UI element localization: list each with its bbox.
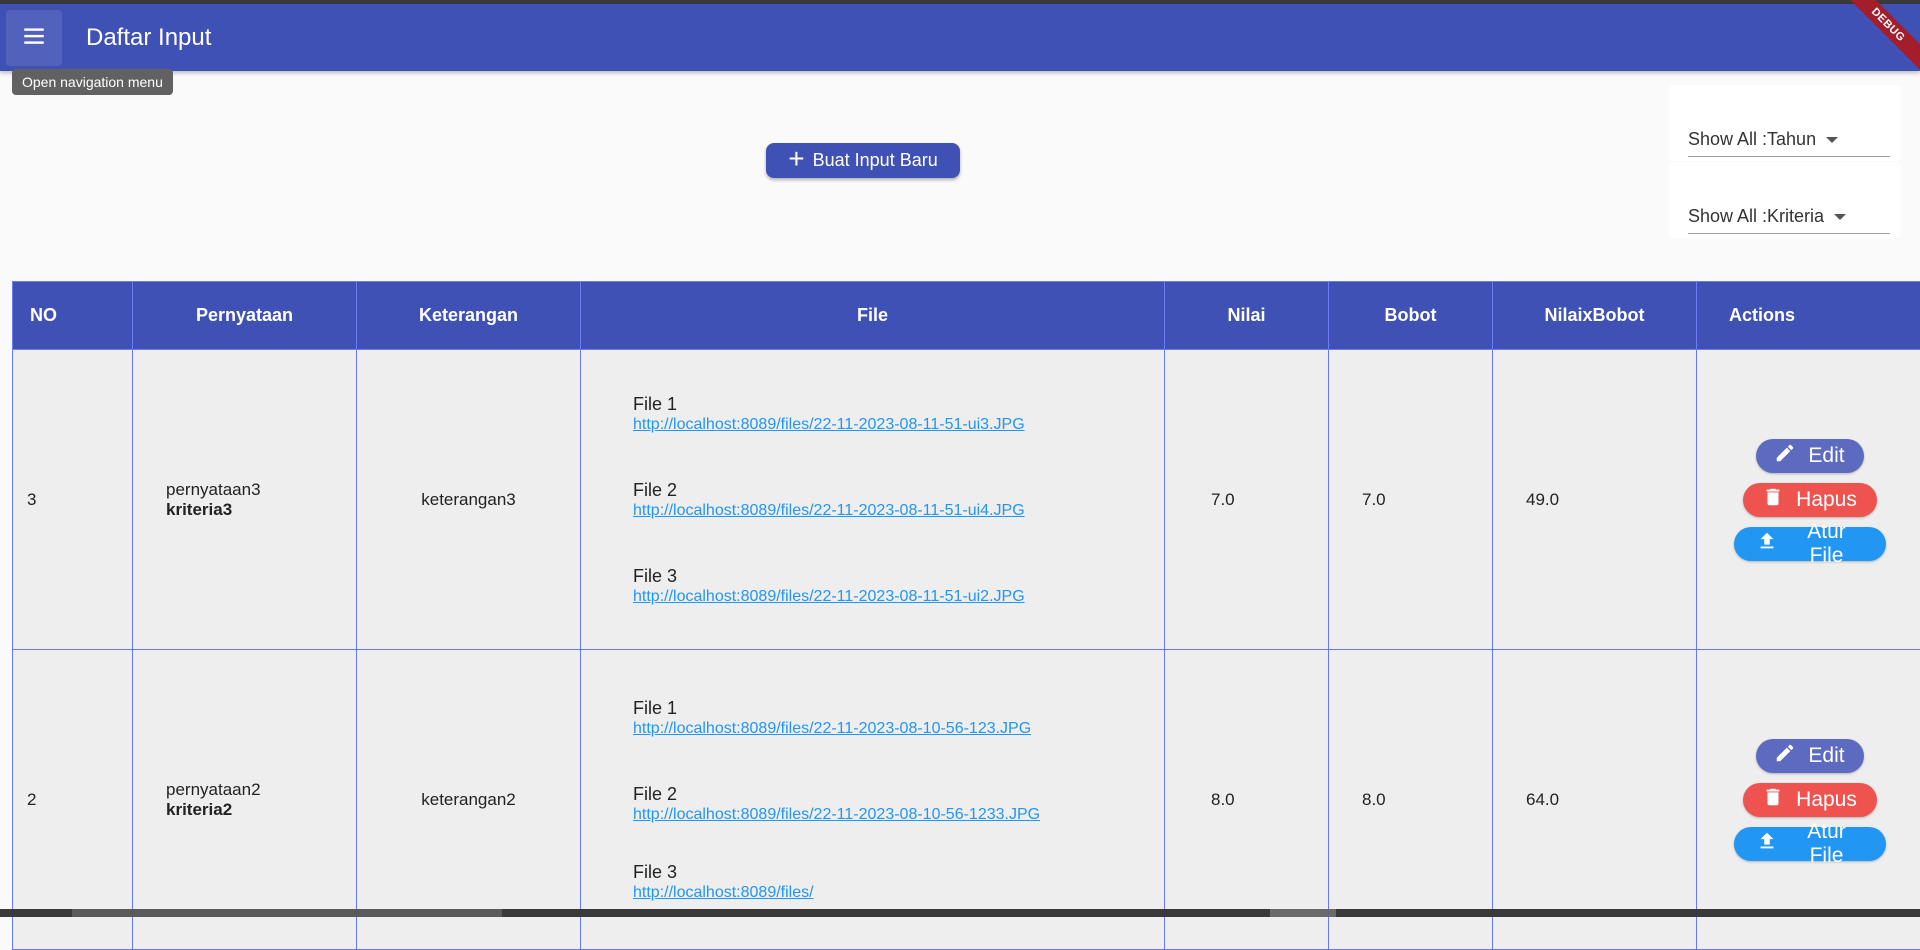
table-row: 2 pernyataan2 kriteria2 keterangan2 File… <box>13 650 1920 950</box>
upload-icon <box>1756 530 1778 558</box>
kriteria-text: kriteria2 <box>166 800 356 820</box>
cell-pernyataan: pernyataan2 kriteria2 <box>133 650 357 950</box>
menu-icon <box>21 23 47 54</box>
manage-files-label: Atur File <box>1790 520 1864 568</box>
header-actions: Actions <box>1697 282 1920 350</box>
pernyataan-text: pernyataan3 <box>166 480 261 499</box>
delete-label: Hapus <box>1796 788 1857 812</box>
file-link[interactable]: http://localhost:8089/files/22-11-2023-0… <box>633 806 1164 824</box>
file-item: File 2 http://localhost:8089/files/22-11… <box>633 784 1164 824</box>
edit-button[interactable]: Edit <box>1756 439 1864 473</box>
file-list: File 1 http://localhost:8089/files/22-11… <box>581 394 1164 606</box>
criteria-filter-value: Show All :Kriteria <box>1688 206 1824 226</box>
cell-bobot: 8.0 <box>1329 650 1493 950</box>
input-table: NO Pernyataan Keterangan File Nilai Bobo… <box>12 281 1920 950</box>
file-list: File 1 http://localhost:8089/files/22-11… <box>581 698 1164 902</box>
pencil-icon <box>1774 742 1796 770</box>
file-label: File 2 <box>633 784 1164 805</box>
navigation-menu-button[interactable] <box>6 10 62 66</box>
row-actions: Edit Hapus Atur File <box>1697 439 1920 561</box>
header-file: File <box>581 282 1165 350</box>
manage-files-button[interactable]: Atur File <box>1734 827 1886 861</box>
taskbar-segment <box>72 909 502 917</box>
cell-nilaixbobot: 49.0 <box>1493 350 1697 650</box>
cell-files: File 1 http://localhost:8089/files/22-11… <box>581 650 1165 950</box>
cell-actions: Edit Hapus Atur File <box>1697 650 1920 950</box>
table-header-row: NO Pernyataan Keterangan File Nilai Bobo… <box>13 282 1920 350</box>
plus-icon: + <box>788 145 804 173</box>
delete-button[interactable]: Hapus <box>1743 483 1877 517</box>
file-label: File 1 <box>633 394 1164 415</box>
cell-pernyataan: pernyataan3 kriteria3 <box>133 350 357 650</box>
app-bar: Daftar Input <box>0 4 1920 71</box>
year-filter-card: Show All :Tahun <box>1669 85 1901 161</box>
cell-keterangan: keterangan3 <box>357 350 581 650</box>
header-nilai: Nilai <box>1165 282 1329 350</box>
row-actions: Edit Hapus Atur File <box>1697 739 1920 861</box>
file-link[interactable]: http://localhost:8089/files/22-11-2023-0… <box>633 720 1164 738</box>
file-label: File 3 <box>633 566 1164 587</box>
delete-button[interactable]: Hapus <box>1743 783 1877 817</box>
year-filter-value: Show All :Tahun <box>1688 129 1816 149</box>
upload-icon <box>1756 830 1778 858</box>
file-link[interactable]: http://localhost:8089/files/22-11-2023-0… <box>633 588 1164 606</box>
file-item: File 1 http://localhost:8089/files/22-11… <box>633 698 1164 738</box>
header-bobot: Bobot <box>1329 282 1493 350</box>
window-bottom-edge <box>0 909 1920 917</box>
file-link[interactable]: http://localhost:8089/files/ <box>633 884 1164 902</box>
edit-button[interactable]: Edit <box>1756 739 1864 773</box>
file-link[interactable]: http://localhost:8089/files/22-11-2023-0… <box>633 502 1164 520</box>
pencil-icon <box>1774 442 1796 470</box>
create-input-button[interactable]: + Buat Input Baru <box>766 143 960 178</box>
file-item: File 3 http://localhost:8089/files/ <box>633 862 1164 902</box>
dropdown-arrow-icon <box>1826 137 1838 143</box>
navigation-menu-tooltip: Open navigation menu <box>12 69 173 95</box>
pernyataan-text: pernyataan2 <box>166 780 261 799</box>
header-no: NO <box>13 282 133 350</box>
year-filter-dropdown[interactable]: Show All :Tahun <box>1688 122 1890 157</box>
criteria-filter-dropdown[interactable]: Show All :Kriteria <box>1688 199 1890 234</box>
cell-actions: Edit Hapus Atur File <box>1697 350 1920 650</box>
edit-label: Edit <box>1808 444 1844 468</box>
criteria-filter-card: Show All :Kriteria <box>1669 162 1901 238</box>
manage-files-button[interactable]: Atur File <box>1734 527 1886 561</box>
page-title: Daftar Input <box>86 4 211 71</box>
edit-label: Edit <box>1808 744 1844 768</box>
file-label: File 3 <box>633 862 1164 883</box>
header-pernyataan: Pernyataan <box>133 282 357 350</box>
header-nilaixbobot: NilaixBobot <box>1493 282 1697 350</box>
cell-no: 3 <box>13 350 133 650</box>
cell-nilaixbobot: 64.0 <box>1493 650 1697 950</box>
file-link[interactable]: http://localhost:8089/files/22-11-2023-0… <box>633 416 1164 434</box>
cell-keterangan: keterangan2 <box>357 650 581 950</box>
trash-icon <box>1762 786 1784 814</box>
manage-files-label: Atur File <box>1790 820 1864 868</box>
file-item: File 1 http://localhost:8089/files/22-11… <box>633 394 1164 434</box>
kriteria-text: kriteria3 <box>166 500 356 520</box>
file-label: File 2 <box>633 480 1164 501</box>
delete-label: Hapus <box>1796 488 1857 512</box>
trash-icon <box>1762 486 1784 514</box>
scrollbar-thumb[interactable] <box>1270 909 1336 917</box>
cell-no: 2 <box>13 650 133 950</box>
file-label: File 1 <box>633 698 1164 719</box>
table-row: 3 pernyataan3 kriteria3 keterangan3 File… <box>13 350 1920 650</box>
cell-nilai: 8.0 <box>1165 650 1329 950</box>
dropdown-arrow-icon <box>1834 214 1846 220</box>
cell-bobot: 7.0 <box>1329 350 1493 650</box>
file-item: File 3 http://localhost:8089/files/22-11… <box>633 566 1164 606</box>
cell-nilai: 7.0 <box>1165 350 1329 650</box>
cell-files: File 1 http://localhost:8089/files/22-11… <box>581 350 1165 650</box>
header-keterangan: Keterangan <box>357 282 581 350</box>
create-input-label: Buat Input Baru <box>813 150 938 171</box>
file-item: File 2 http://localhost:8089/files/22-11… <box>633 480 1164 520</box>
